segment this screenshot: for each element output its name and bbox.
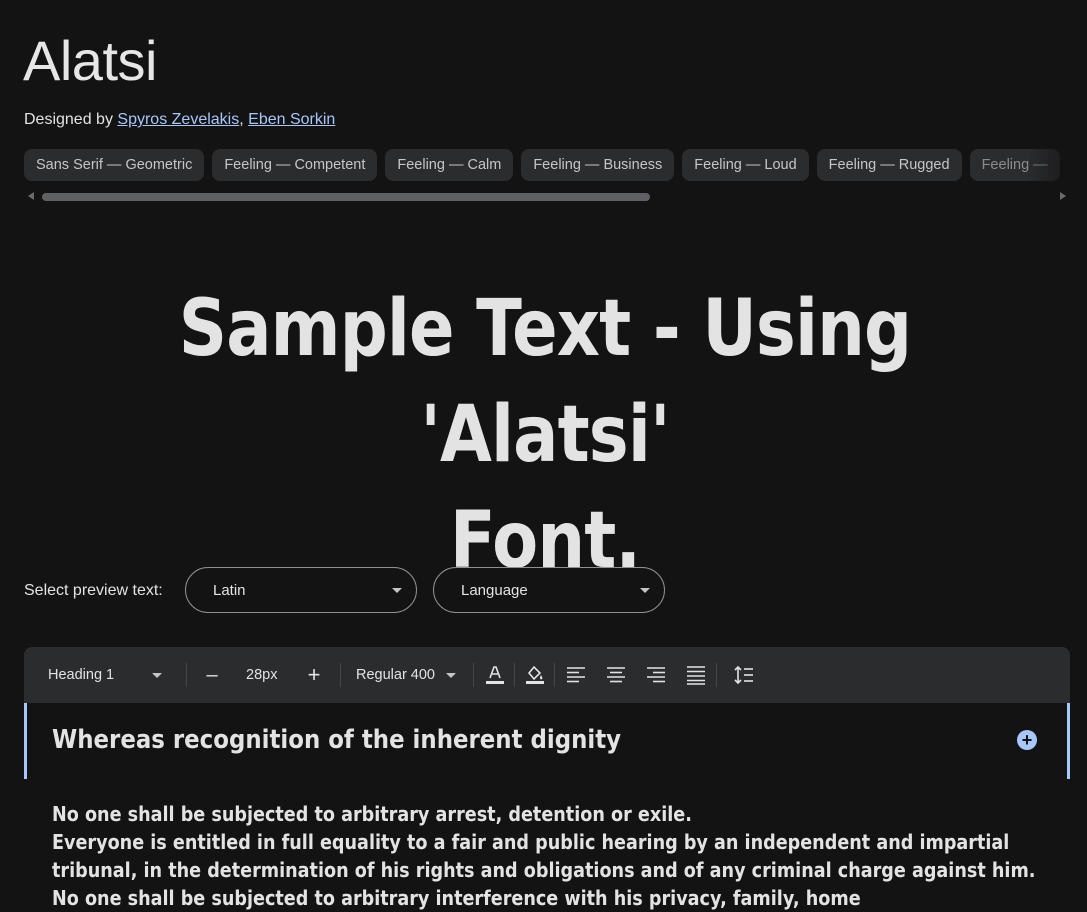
language-select-value: Language bbox=[461, 582, 528, 599]
toolbar-divider bbox=[340, 663, 341, 687]
toolbar-divider bbox=[716, 663, 717, 687]
align-right-icon[interactable] bbox=[644, 663, 668, 687]
scroll-right-arrow-icon[interactable] bbox=[1060, 192, 1066, 200]
editor-heading-row[interactable]: Whereas recognition of the inherent dign… bbox=[24, 703, 1070, 779]
fill-color-icon[interactable] bbox=[523, 663, 547, 687]
toolbar-divider bbox=[186, 663, 187, 687]
font-title: Alatsi bbox=[23, 29, 157, 92]
align-center-icon[interactable] bbox=[604, 663, 628, 687]
tag-scrollbar[interactable] bbox=[24, 189, 1070, 203]
editor-toolbar: Heading 1 – 28px + Regular 400 bbox=[24, 647, 1070, 703]
editor-paragraph[interactable]: No one shall be subjected to arbitrary a… bbox=[52, 800, 1036, 912]
scroll-left-arrow-icon[interactable] bbox=[28, 192, 34, 200]
align-left-icon[interactable] bbox=[564, 663, 588, 687]
paragraph-line: No one shall be subjected to arbitrary a… bbox=[52, 802, 692, 826]
designed-by-label: Designed by bbox=[24, 111, 113, 128]
sample-text-line-1: Sample Text - Using 'Alatsi' bbox=[178, 284, 912, 480]
designer-link-1[interactable]: Spyros Zevelakis bbox=[117, 111, 239, 128]
increase-size-button[interactable]: + bbox=[305, 647, 323, 703]
editor-heading-text[interactable]: Whereas recognition of the inherent dign… bbox=[52, 725, 621, 755]
tag-chip[interactable]: Feeling — Calm bbox=[385, 149, 514, 181]
chevron-down-icon bbox=[446, 673, 456, 678]
scrollbar-thumb[interactable] bbox=[42, 193, 650, 201]
text-color-icon[interactable] bbox=[483, 663, 507, 687]
script-select[interactable]: Latin bbox=[185, 567, 417, 613]
designer-link-2[interactable]: Eben Sorkin bbox=[248, 111, 335, 128]
tag-chip-list: Sans Serif — Geometric Feeling — Competen… bbox=[24, 149, 1070, 182]
tag-chip[interactable]: Feeling — Loud bbox=[682, 149, 809, 181]
script-select-value: Latin bbox=[213, 582, 246, 599]
paragraph-line: tribunal, in the determination of his ri… bbox=[52, 858, 1036, 882]
designer-credits: Designed by Spyros Zevelakis, Eben Sorki… bbox=[24, 111, 335, 129]
style-select[interactable]: Heading 1 bbox=[48, 647, 183, 703]
weight-select[interactable]: Regular 400 bbox=[356, 647, 466, 703]
preview-text-label: Select preview text: bbox=[24, 582, 163, 599]
weight-select-value: Regular 400 bbox=[356, 667, 435, 683]
tag-chip[interactable]: Feeling — Competent bbox=[212, 149, 378, 181]
style-select-value: Heading 1 bbox=[48, 667, 115, 683]
align-justify-icon[interactable] bbox=[684, 663, 708, 687]
language-select[interactable]: Language bbox=[433, 567, 665, 613]
chip-fade-overlay bbox=[1027, 149, 1087, 182]
chevron-down-icon bbox=[392, 588, 402, 593]
add-icon[interactable]: + bbox=[1017, 730, 1037, 750]
toolbar-divider bbox=[473, 663, 474, 687]
chevron-down-icon bbox=[640, 588, 650, 593]
paragraph-line: No one shall be subjected to arbitrary i… bbox=[52, 886, 861, 910]
chevron-down-icon bbox=[152, 673, 162, 678]
toolbar-divider bbox=[554, 663, 555, 687]
decrease-size-button[interactable]: – bbox=[203, 647, 221, 703]
designer-separator: , bbox=[239, 111, 244, 128]
sample-text-preview[interactable]: Sample Text - Using 'Alatsi' Font. bbox=[111, 276, 980, 594]
font-size-value[interactable]: 28px bbox=[246, 647, 277, 703]
paragraph-line: Everyone is entitled in full equality to… bbox=[52, 830, 1010, 854]
tag-chip[interactable]: Sans Serif — Geometric bbox=[24, 149, 205, 181]
line-height-icon[interactable] bbox=[732, 663, 756, 687]
toolbar-divider bbox=[514, 663, 515, 687]
tag-chip[interactable]: Feeling — Rugged bbox=[816, 149, 962, 181]
tag-chip[interactable]: Feeling — Business bbox=[521, 149, 675, 181]
